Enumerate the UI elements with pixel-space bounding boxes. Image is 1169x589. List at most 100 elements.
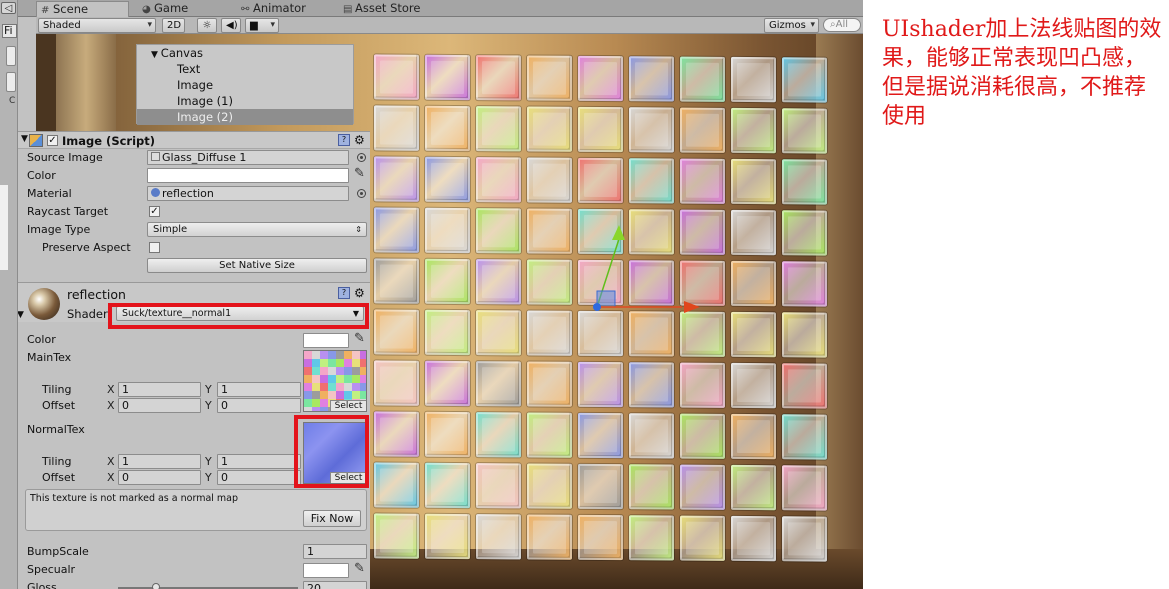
- texture-tile: [476, 55, 521, 101]
- texture-tile: [680, 515, 725, 561]
- image-type-dropdown[interactable]: Simple ⇕: [147, 222, 367, 237]
- scene-search-input[interactable]: ⌕All: [823, 18, 861, 32]
- normaltex-thumbnail[interactable]: Select: [303, 422, 367, 484]
- gear-icon[interactable]: ⚙: [354, 133, 365, 147]
- hierarchy-item[interactable]: Image: [137, 77, 353, 93]
- hierarchy-item[interactable]: Image (2): [137, 109, 353, 125]
- material-color-label: Color: [27, 333, 56, 346]
- texture-tile: [578, 55, 623, 102]
- thumb-cell: [304, 367, 312, 375]
- y-label: Y: [205, 471, 212, 484]
- object-picker-icon[interactable]: [357, 189, 366, 198]
- component-enabled-checkbox[interactable]: ✓: [47, 135, 58, 146]
- color-field[interactable]: [147, 168, 349, 183]
- texture-tile: [680, 362, 725, 408]
- texture-tile: [782, 57, 827, 103]
- eyedropper-icon[interactable]: ✎: [354, 561, 365, 576]
- maintex-select-button[interactable]: Select: [330, 400, 366, 411]
- texture-tile: [578, 514, 623, 561]
- maintex-offset-y[interactable]: 0: [217, 398, 301, 413]
- scroll-fragment[interactable]: [0, 185, 8, 270]
- lighting-toggle-icon[interactable]: ☼: [197, 18, 217, 33]
- foldout-arrow-icon[interactable]: ▼: [21, 134, 28, 144]
- texture-tile: [374, 258, 419, 304]
- normaltex-select-button[interactable]: Select: [330, 472, 366, 483]
- help-book-icon[interactable]: ?: [338, 287, 350, 299]
- shading-mode-dropdown[interactable]: Shaded: [38, 18, 156, 33]
- preserve-aspect-checkbox[interactable]: [149, 242, 160, 253]
- file-menu-fragment[interactable]: Fi: [2, 24, 17, 38]
- texture-tile: [374, 54, 419, 100]
- tab-game[interactable]: ◕ Game: [138, 1, 210, 17]
- normaltex-offset-label: Offset: [42, 471, 76, 484]
- normaltex-tiling-y[interactable]: 1: [217, 454, 301, 469]
- maintex-tiling-y[interactable]: 1: [217, 382, 301, 397]
- scene-toolbar: Shaded 2D ☼ ◀) ▆ Gizmos ⌕All: [36, 17, 863, 34]
- hierarchy-item[interactable]: ▼ Canvas: [137, 45, 353, 61]
- maintex-tiling-x[interactable]: 1: [118, 382, 201, 397]
- panel-button[interactable]: [6, 72, 16, 92]
- texture-tile: [425, 513, 470, 560]
- foldout-arrow-icon[interactable]: ▼: [151, 50, 161, 60]
- audio-toggle-icon[interactable]: ◀): [221, 18, 241, 33]
- eyedropper-icon[interactable]: ✎: [354, 331, 365, 346]
- material-color-field[interactable]: [303, 333, 349, 348]
- gizmo-y-arrow-icon[interactable]: [612, 225, 625, 240]
- image-component-icon: [29, 134, 43, 147]
- texture-tile: [578, 157, 623, 204]
- texture-tile: [731, 56, 776, 103]
- left-panel-strip: ◁ Fi C: [0, 0, 18, 589]
- image-component-header[interactable]: ▼ ✓ Image (Script) ? ⚙: [18, 131, 370, 149]
- thumb-cell: [336, 375, 344, 383]
- pacman-icon: ◕: [142, 4, 151, 15]
- texture-tile: [578, 361, 623, 408]
- gizmo-pivot[interactable]: [593, 303, 601, 311]
- texture-tile: [374, 462, 419, 508]
- set-native-size-button[interactable]: Set Native Size: [147, 258, 367, 273]
- thumb-cell: [320, 359, 328, 367]
- panel-button[interactable]: [6, 46, 16, 66]
- maintex-offset-x[interactable]: 0: [118, 398, 201, 413]
- gloss-field[interactable]: 20: [303, 581, 367, 589]
- gear-icon[interactable]: ⚙: [354, 286, 365, 300]
- gizmo-x-arrow-icon[interactable]: [684, 301, 700, 313]
- fix-now-button[interactable]: Fix Now: [303, 510, 361, 527]
- tab-asset-store[interactable]: ▤ Asset Store: [339, 1, 439, 17]
- tab-scene[interactable]: # Scene: [36, 1, 129, 17]
- bumpscale-field[interactable]: 1: [303, 544, 367, 559]
- gizmos-dropdown[interactable]: Gizmos: [764, 18, 819, 33]
- texture-tile: [425, 360, 470, 407]
- thumb-cell: [344, 351, 352, 359]
- object-picker-icon[interactable]: [357, 153, 366, 162]
- specular-color-field[interactable]: [303, 563, 349, 578]
- foldout-arrow-icon[interactable]: ▼: [18, 310, 24, 320]
- texture-tile: [782, 159, 827, 205]
- raycast-target-checkbox[interactable]: ✓: [149, 206, 160, 217]
- normaltex-offset-y[interactable]: 0: [217, 470, 301, 485]
- texture-tile: [680, 56, 725, 102]
- material-field[interactable]: reflection: [147, 186, 349, 201]
- shader-dropdown[interactable]: Suck/texture__normal1 ▼: [116, 306, 364, 321]
- effects-toggle-icon[interactable]: ▆: [245, 18, 279, 33]
- hierarchy-item[interactable]: Text: [137, 61, 353, 77]
- texture-tile: [527, 208, 572, 254]
- texture-tile: [782, 261, 827, 307]
- gloss-slider-knob[interactable]: [152, 583, 160, 589]
- mode-2d-toggle[interactable]: 2D: [162, 18, 185, 33]
- maintex-thumbnail[interactable]: Select: [303, 350, 367, 412]
- normaltex-offset-x[interactable]: 0: [118, 470, 201, 485]
- material-name: reflection: [67, 287, 126, 302]
- thumb-cell: [312, 391, 320, 399]
- move-gizmo[interactable]: [590, 215, 710, 315]
- eyedropper-icon[interactable]: ✎: [354, 166, 365, 181]
- thumb-cell: [328, 359, 336, 367]
- tab-animator[interactable]: ⚯ Animator: [237, 1, 332, 17]
- thumb-cell: [304, 383, 312, 391]
- y-label: Y: [205, 383, 212, 396]
- hierarchy-item[interactable]: Image (1): [137, 93, 353, 109]
- source-image-field[interactable]: Glass_Diffuse 1: [147, 150, 349, 165]
- help-book-icon[interactable]: ?: [338, 134, 350, 146]
- normaltex-tiling-x[interactable]: 1: [118, 454, 201, 469]
- nav-back-icon[interactable]: ◁: [1, 2, 16, 14]
- gloss-label: Gloss: [27, 581, 57, 589]
